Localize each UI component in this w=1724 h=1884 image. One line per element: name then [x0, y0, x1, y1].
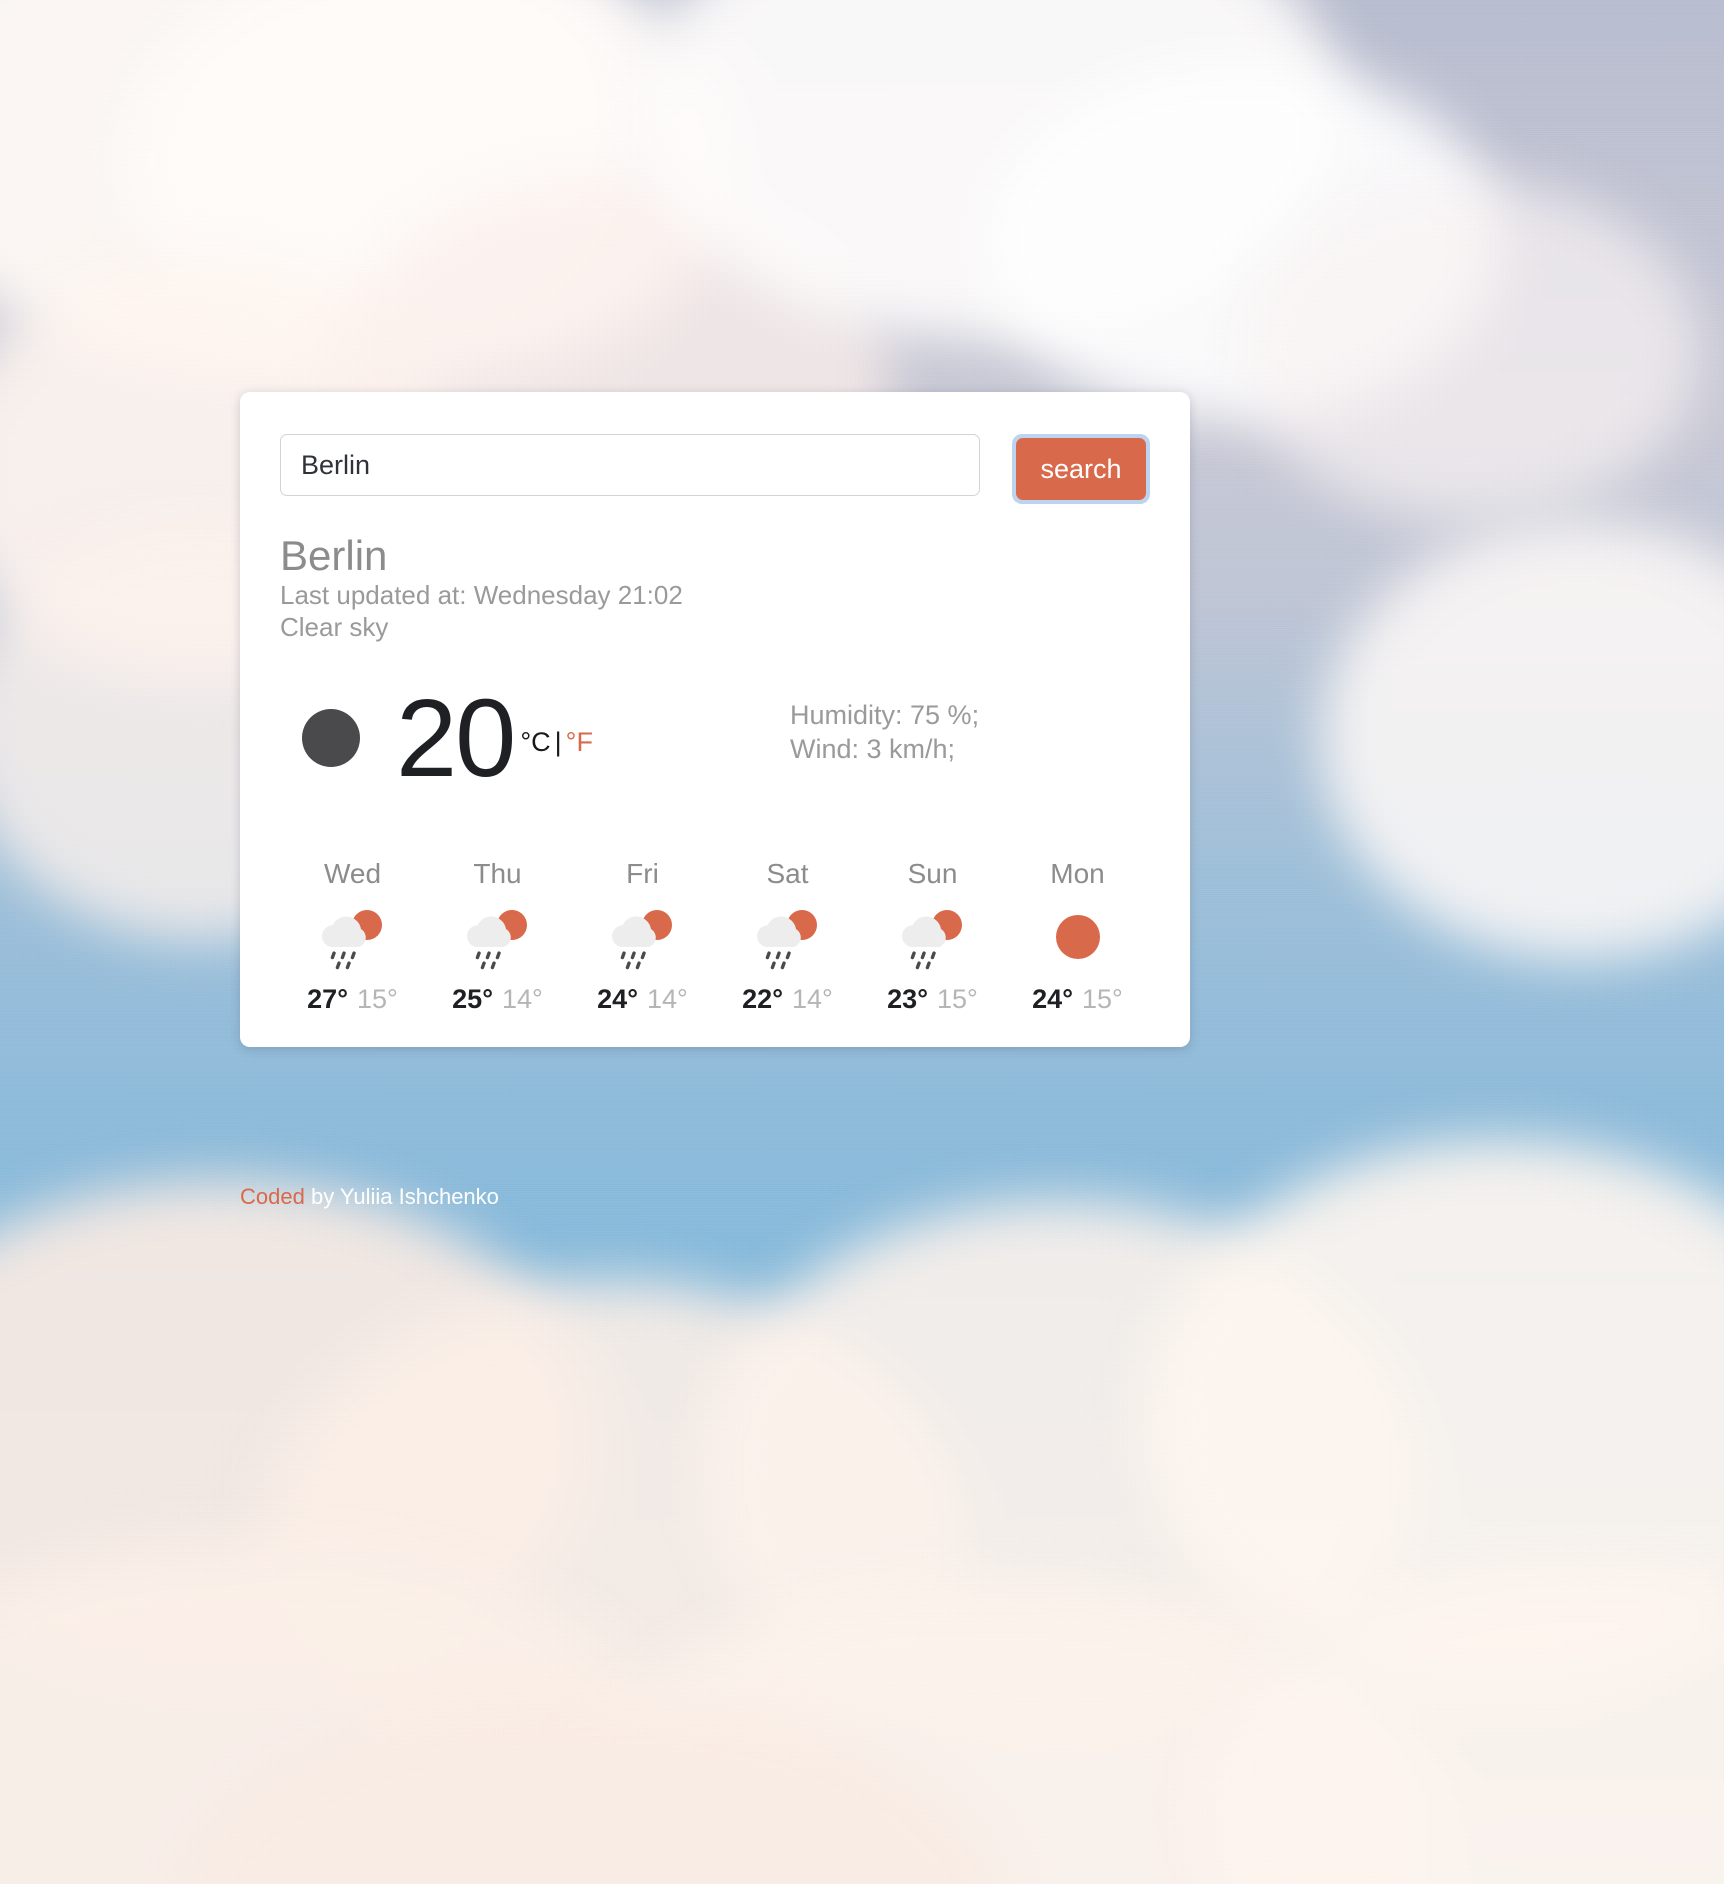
- forecast-day: Sun 23° 15°: [860, 857, 1005, 1014]
- forecast-max-temp: 24°: [597, 983, 638, 1014]
- sun-rain-cloud-icon: [280, 906, 425, 972]
- forecast-min-temp: 15°: [357, 983, 398, 1014]
- sun-rain-cloud-icon: [570, 906, 715, 972]
- current-temperature: 20: [396, 676, 516, 800]
- cloud-shape: [1320, 520, 1724, 960]
- cloud-shape: [1240, 180, 1700, 520]
- forecast-day-label: Mon: [1050, 857, 1105, 889]
- forecast-min-temp: 15°: [1082, 983, 1123, 1014]
- forecast-day: Sat 22° 14°: [715, 857, 860, 1014]
- search-input[interactable]: [280, 434, 980, 496]
- forecast-max-temp: 27°: [307, 983, 348, 1014]
- city-name: Berlin: [280, 532, 388, 579]
- sun-rain-cloud-icon: [860, 906, 1005, 972]
- sun-rain-cloud-icon: [715, 906, 860, 972]
- weather-card: search Berlin Last updated at: Wednesday…: [240, 392, 1190, 1047]
- wind-text: Wind: 3 km/h;: [790, 734, 956, 765]
- forecast-temps: 22° 14°: [715, 983, 860, 1014]
- forecast-temps: 23° 15°: [860, 983, 1005, 1014]
- unit-separator: |: [554, 726, 562, 757]
- city-header: Berlin Last updated at: Wednesday 21:02 …: [280, 532, 1150, 644]
- forecast-min-temp: 15°: [937, 983, 978, 1014]
- sun-rain-cloud-icon: [425, 906, 570, 972]
- forecast-max-temp: 23°: [887, 983, 928, 1014]
- search-button-focus-ring: search: [1012, 434, 1150, 504]
- forecast-day-label: Fri: [626, 857, 659, 889]
- forecast-min-temp: 14°: [502, 983, 543, 1014]
- forecast-day: Thu 25° 14°: [425, 857, 570, 1014]
- forecast-row: Wed 27° 15° Thu 25° 14° Fri 24° 14° Sat …: [280, 857, 1150, 1014]
- humidity-text: Humidity: 75 %;: [790, 699, 980, 730]
- forecast-temps: 27° 15°: [280, 983, 425, 1014]
- current-conditions: 20 °C | °F Humidity: 75 %; Wind: 3 km/h;: [280, 676, 1150, 800]
- last-updated-text: Last updated at: Wednesday 21:02: [280, 580, 683, 611]
- celsius-unit[interactable]: °C: [520, 727, 550, 757]
- forecast-day: Wed 27° 15°: [280, 857, 425, 1014]
- search-button[interactable]: search: [1016, 438, 1146, 500]
- forecast-temps: 24° 14°: [570, 983, 715, 1014]
- forecast-max-temp: 22°: [742, 983, 783, 1014]
- forecast-max-temp: 24°: [1032, 983, 1073, 1014]
- current-details: Humidity: 75 %; Wind: 3 km/h;: [790, 688, 979, 767]
- forecast-day-label: Wed: [323, 857, 382, 889]
- sun-icon: [302, 709, 360, 768]
- forecast-temps: 24° 15°: [1005, 983, 1150, 1014]
- fahrenheit-link[interactable]: °F: [566, 727, 593, 757]
- current-temperature-block: 20 °C | °F: [280, 676, 740, 800]
- unit-toggle: °C | °F: [520, 726, 593, 757]
- forecast-day: Fri 24° 14°: [570, 857, 715, 1014]
- forecast-temps: 25° 14°: [425, 983, 570, 1014]
- weather-description: Clear sky: [280, 612, 389, 643]
- footer-credit-coded: Coded: [240, 1184, 305, 1209]
- forecast-day: Mon 24° 15°: [1005, 857, 1150, 1014]
- forecast-min-temp: 14°: [792, 983, 833, 1014]
- footer-credit-author: by Yuliia Ishchenko: [304, 1184, 499, 1209]
- forecast-day-label: Sun: [907, 857, 958, 889]
- forecast-day-label: Thu: [473, 857, 522, 889]
- sun-icon: [1005, 906, 1150, 972]
- forecast-max-temp: 25°: [452, 983, 493, 1014]
- forecast-day-label: Sat: [766, 857, 809, 889]
- footer-credit: Coded by Yuliia Ishchenko: [240, 1186, 499, 1208]
- forecast-min-temp: 14°: [647, 983, 688, 1014]
- search-form: search: [280, 434, 1150, 504]
